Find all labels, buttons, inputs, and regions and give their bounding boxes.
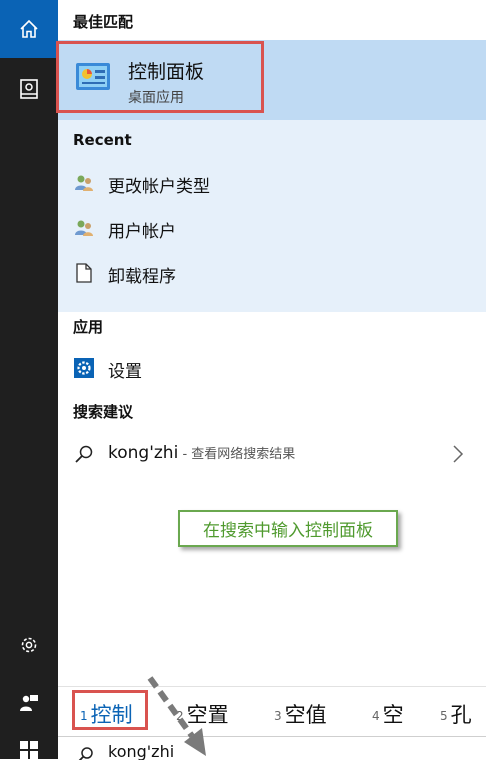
annotation-text: 在搜索中输入控制面板 <box>203 521 373 541</box>
search-box[interactable]: kong'zhi <box>58 736 486 760</box>
home-icon <box>20 19 38 38</box>
control-panel-icon <box>76 63 110 90</box>
left-rail <box>0 0 58 759</box>
candidate-number: 5 <box>440 709 448 723</box>
web-search-suggestion[interactable]: kong'zhi - 查看网络搜索结果 <box>58 434 486 474</box>
settings-button[interactable] <box>0 616 58 674</box>
ime-candidate-5[interactable]: 5孔 <box>440 699 472 729</box>
ime-candidate-4[interactable]: 4空 <box>372 699 404 729</box>
notebook-button[interactable] <box>0 60 58 118</box>
search-results-panel: 最佳匹配 控制面板 桌面应用 Recent 更改帐户类型 用户帐户 卸载程序 应… <box>56 0 486 686</box>
windows-logo-icon <box>20 741 38 759</box>
list-item-label: 用户帐户 <box>108 222 176 242</box>
best-match-title: 控制面板 <box>128 61 205 83</box>
candidate-number: 3 <box>274 709 282 723</box>
list-item-uninstall-program[interactable]: 卸载程序 <box>58 253 486 293</box>
list-item-label: 设置 <box>108 362 142 382</box>
list-item-settings[interactable]: 设置 <box>58 348 486 388</box>
search-icon <box>78 747 93 760</box>
notebook-icon <box>20 79 38 99</box>
feedback-button[interactable] <box>0 674 58 732</box>
gear-icon <box>21 637 37 653</box>
users-icon <box>73 172 95 194</box>
ime-candidate-bar: 1 控制 2 空置 3 空值 4空 5孔 <box>58 686 486 737</box>
start-button[interactable] <box>0 735 58 759</box>
users-icon <box>73 217 95 239</box>
feedback-icon <box>20 695 38 711</box>
apps-heading: 应用 <box>73 318 104 336</box>
candidate-text: 空 <box>382 703 404 727</box>
annotation-callout: 在搜索中输入控制面板 <box>178 510 398 547</box>
candidate-text: 孔 <box>450 703 472 727</box>
suggestion-subtext: - 查看网络搜索结果 <box>178 447 296 462</box>
list-item-label: 卸载程序 <box>108 267 176 287</box>
annotation-arrow <box>147 676 206 756</box>
candidate-text: 空值 <box>284 703 327 727</box>
candidate-number: 1 <box>80 709 88 723</box>
best-match-heading: 最佳匹配 <box>73 13 134 31</box>
candidate-number: 4 <box>372 709 380 723</box>
suggestions-heading: 搜索建议 <box>73 403 134 421</box>
list-item-label: 更改帐户类型 <box>108 177 210 197</box>
suggestion-query: kong'zhi <box>108 443 179 463</box>
settings-gear-icon <box>73 357 95 379</box>
recent-heading: Recent <box>73 131 132 149</box>
list-item-user-accounts[interactable]: 用户帐户 <box>58 208 486 248</box>
list-item-change-account-type[interactable]: 更改帐户类型 <box>58 163 486 203</box>
document-icon <box>73 262 95 284</box>
home-button[interactable] <box>0 0 58 58</box>
chevron-right-icon[interactable] <box>452 444 464 464</box>
best-match-subtitle: 桌面应用 <box>128 90 184 106</box>
search-icon <box>73 443 95 465</box>
suggestion-text: kong'zhi - 查看网络搜索结果 <box>108 443 295 463</box>
ime-candidate-1[interactable]: 1 控制 <box>80 699 133 729</box>
candidate-text: 控制 <box>90 703 133 727</box>
ime-candidate-3[interactable]: 3 空值 <box>274 699 327 729</box>
